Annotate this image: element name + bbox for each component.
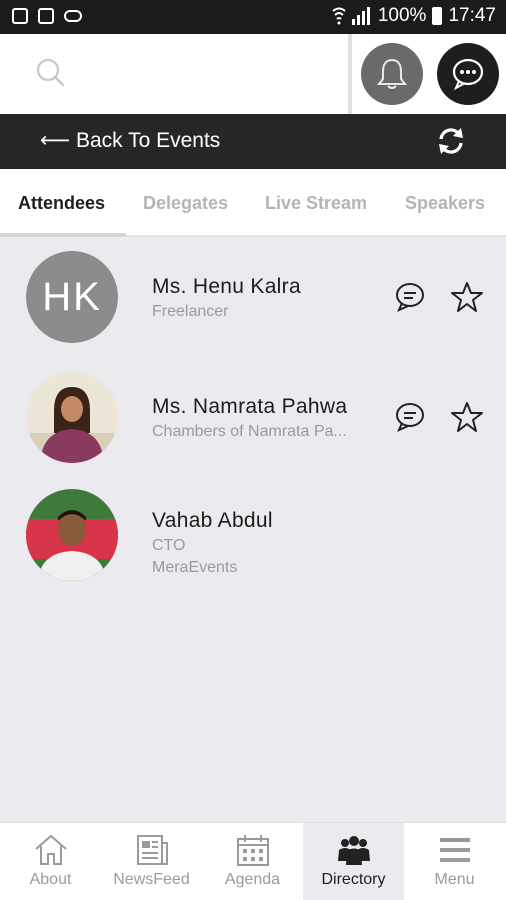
messages-button[interactable] xyxy=(437,43,499,105)
avatar xyxy=(26,371,118,463)
avatar: HK xyxy=(26,251,118,343)
people-icon xyxy=(337,836,370,865)
refresh-icon[interactable] xyxy=(436,126,466,156)
back-to-events-button[interactable]: ⟵ Back To Events xyxy=(40,128,220,153)
nav-agenda[interactable]: Agenda xyxy=(202,823,303,900)
attendee-company: MeraEvents xyxy=(152,559,238,576)
nav-newsfeed[interactable]: NewsFeed xyxy=(101,823,202,900)
header-divider xyxy=(348,34,352,114)
notifications-button[interactable] xyxy=(361,43,423,105)
attendee-name: Ms. Namrata Pahwa xyxy=(152,395,348,418)
bottom-navigation: About NewsFeed Agenda Directory Menu xyxy=(0,822,506,900)
nav-directory-label: Directory xyxy=(321,871,386,888)
tab-live-stream[interactable]: Live Stream xyxy=(265,193,367,214)
status-bar: 100% 17:47 xyxy=(0,0,506,34)
profile-photo xyxy=(26,371,118,463)
attendee-title: Freelancer xyxy=(152,303,229,320)
nav-about[interactable]: About xyxy=(0,823,101,900)
battery-percent: 100% xyxy=(377,5,427,26)
attendee-name: Vahab Abdul xyxy=(152,509,273,532)
avatar xyxy=(26,489,118,581)
chat-bubble-icon xyxy=(452,58,484,91)
tab-speakers[interactable]: Speakers xyxy=(405,193,485,214)
signal-icon xyxy=(351,7,372,25)
attendee-title: CTO xyxy=(152,537,186,554)
top-header xyxy=(0,34,506,114)
list-item[interactable]: Vahab Abdul CTO MeraEvents xyxy=(0,477,506,595)
calendar-icon xyxy=(236,835,269,866)
message-icon[interactable] xyxy=(394,281,426,313)
link-notification-icon xyxy=(64,10,82,22)
favorite-star-icon[interactable] xyxy=(451,281,483,313)
status-system-icons: 100% 17:47 xyxy=(332,5,496,27)
newspaper-icon xyxy=(136,835,168,865)
clock: 17:47 xyxy=(448,5,496,26)
profile-photo xyxy=(26,489,118,581)
attendee-title: Chambers of Namrata Pa... xyxy=(152,423,347,440)
hamburger-icon xyxy=(439,838,470,862)
tab-delegates[interactable]: Delegates xyxy=(143,193,228,214)
favorite-star-icon[interactable] xyxy=(451,401,483,433)
wifi-icon xyxy=(332,7,346,25)
nav-about-label: About xyxy=(29,871,72,888)
directory-tabs: Attendees Delegates Live Stream Speakers xyxy=(0,169,506,237)
nav-directory[interactable]: Directory xyxy=(303,823,404,900)
battery-icon xyxy=(432,7,443,25)
nav-menu-label: Menu xyxy=(434,871,475,888)
back-to-events-label: ⟵ Back To Events xyxy=(40,129,221,152)
image-notification-icon xyxy=(38,8,54,24)
list-item[interactable]: HK Ms. Henu Kalra Freelancer xyxy=(0,237,506,355)
nav-agenda-label: Agenda xyxy=(224,871,281,888)
bell-icon xyxy=(376,58,408,89)
status-notification-icons xyxy=(12,8,82,24)
notification-icon xyxy=(12,8,28,24)
back-bar: ⟵ Back To Events xyxy=(0,114,506,169)
home-icon xyxy=(34,834,67,865)
attendee-name: Ms. Henu Kalra xyxy=(152,275,301,298)
search-icon[interactable] xyxy=(36,58,64,86)
tab-attendees[interactable]: Attendees xyxy=(18,193,105,214)
list-item[interactable]: Ms. Namrata Pahwa Chambers of Namrata Pa… xyxy=(0,357,506,475)
nav-newsfeed-label: NewsFeed xyxy=(113,871,190,888)
nav-menu[interactable]: Menu xyxy=(404,823,505,900)
message-icon[interactable] xyxy=(394,401,426,433)
